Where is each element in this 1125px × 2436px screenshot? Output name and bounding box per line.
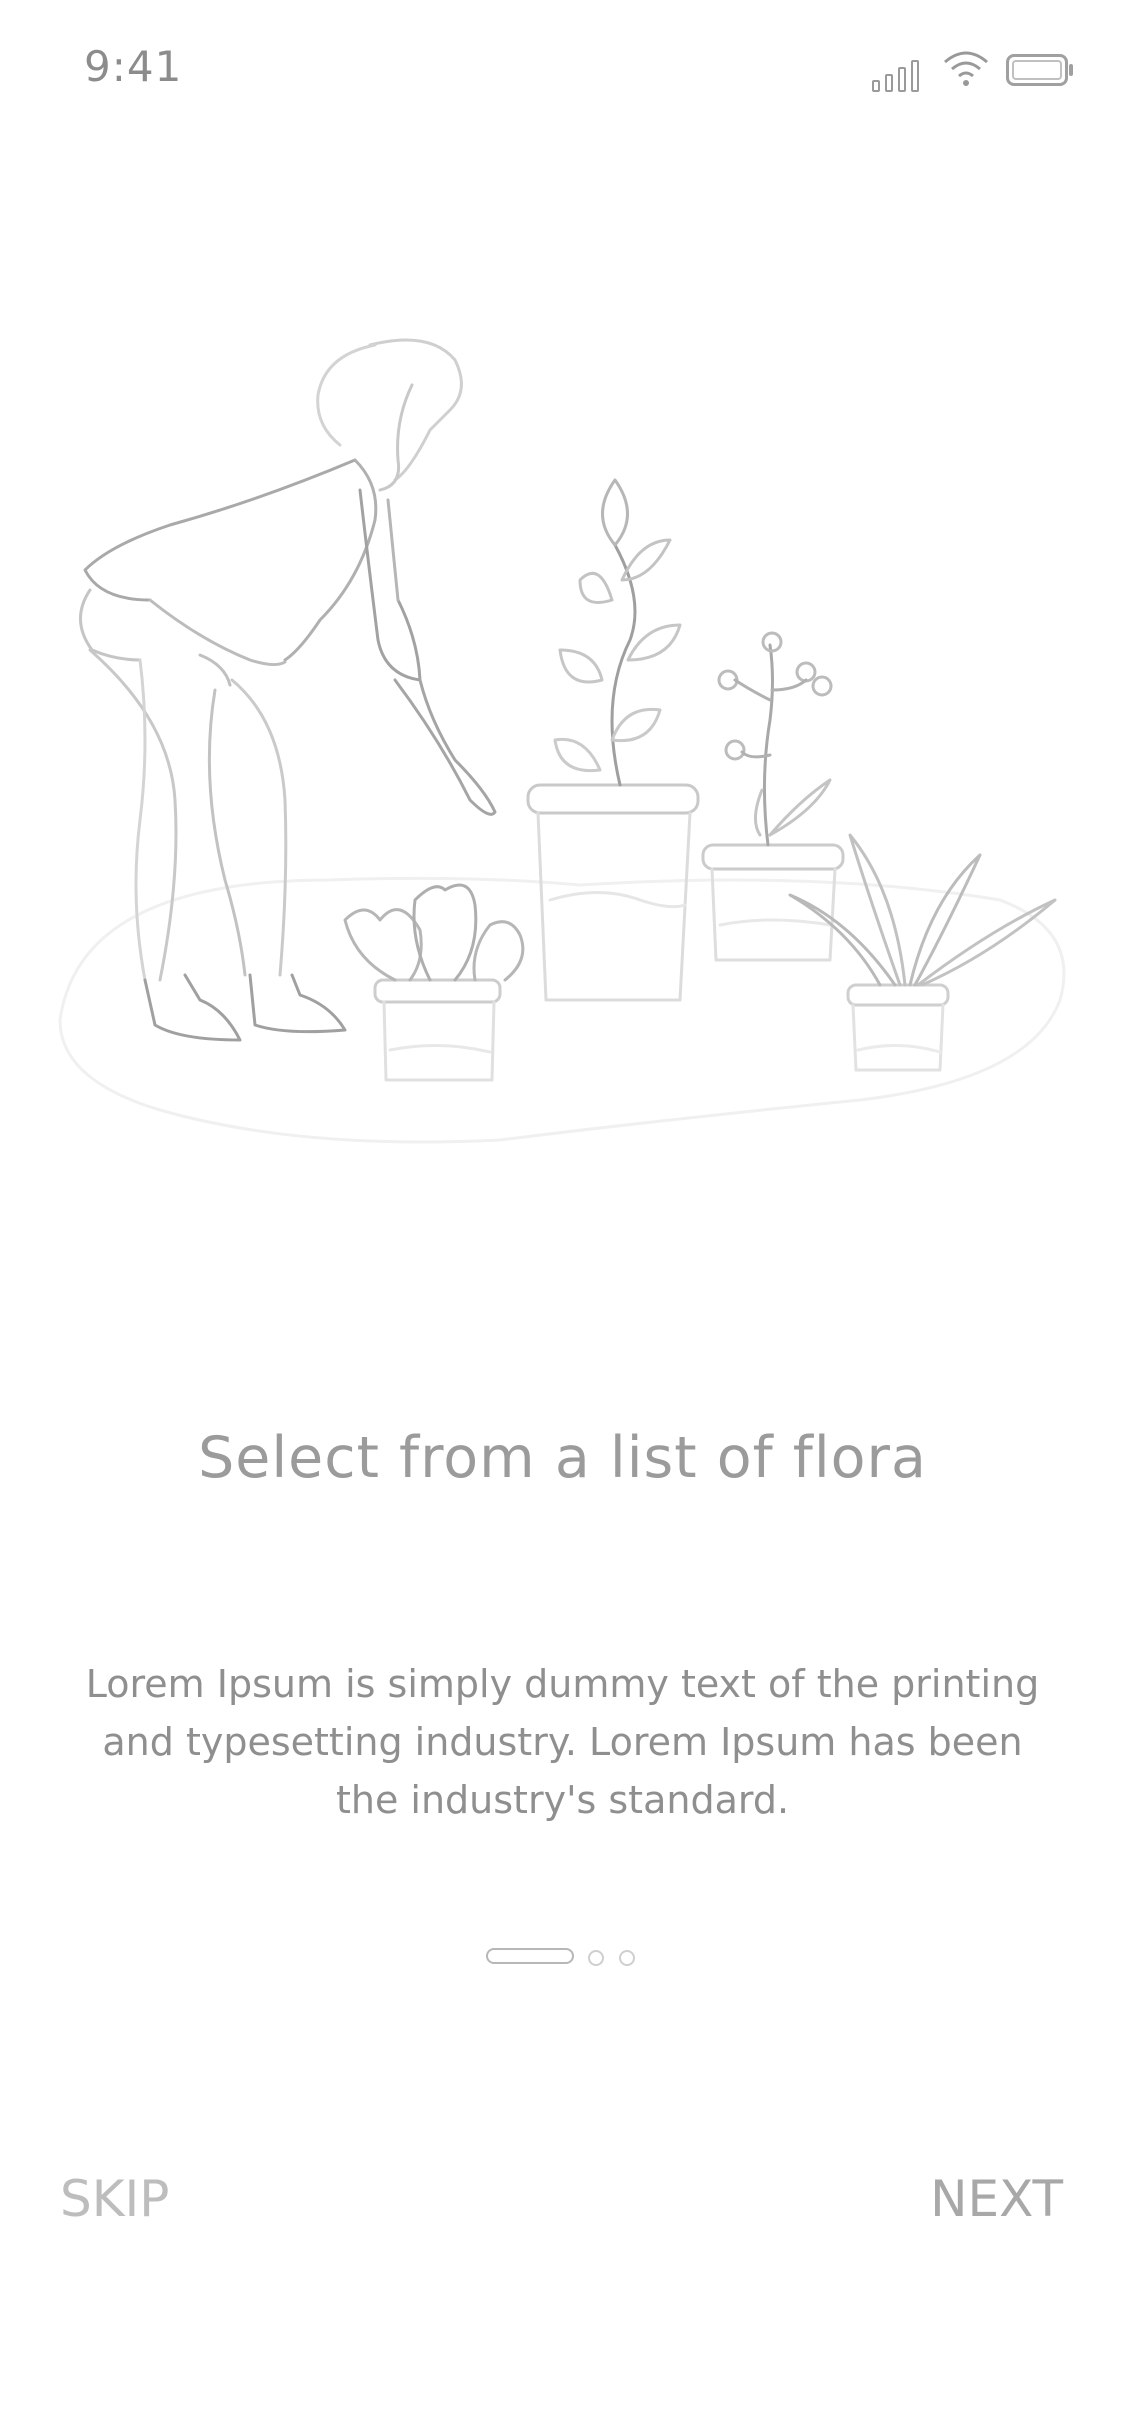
- woman-gardening-illustration: [58, 338, 1066, 1144]
- status-bar: 9:41: [0, 0, 1125, 140]
- wifi-icon: [944, 51, 988, 86]
- page-dot-2[interactable]: [588, 1950, 604, 1966]
- skip-button[interactable]: SKIP: [60, 2170, 169, 2228]
- next-button[interactable]: NEXT: [930, 2170, 1063, 2228]
- signal-icon: [872, 48, 924, 92]
- page-dot-3[interactable]: [619, 1950, 635, 1966]
- status-time: 9:41: [84, 42, 183, 91]
- onboarding-description: Lorem Ipsum is simply dummy text of the …: [85, 1662, 1040, 1822]
- ground-shape: [58, 876, 1066, 1144]
- page-dot-active[interactable]: [486, 1948, 574, 1964]
- page-indicator: [486, 1947, 646, 1967]
- status-icons: [872, 48, 1077, 92]
- battery-icon: [1006, 54, 1074, 86]
- onboarding-title: Select from a list of flora: [198, 1425, 927, 1491]
